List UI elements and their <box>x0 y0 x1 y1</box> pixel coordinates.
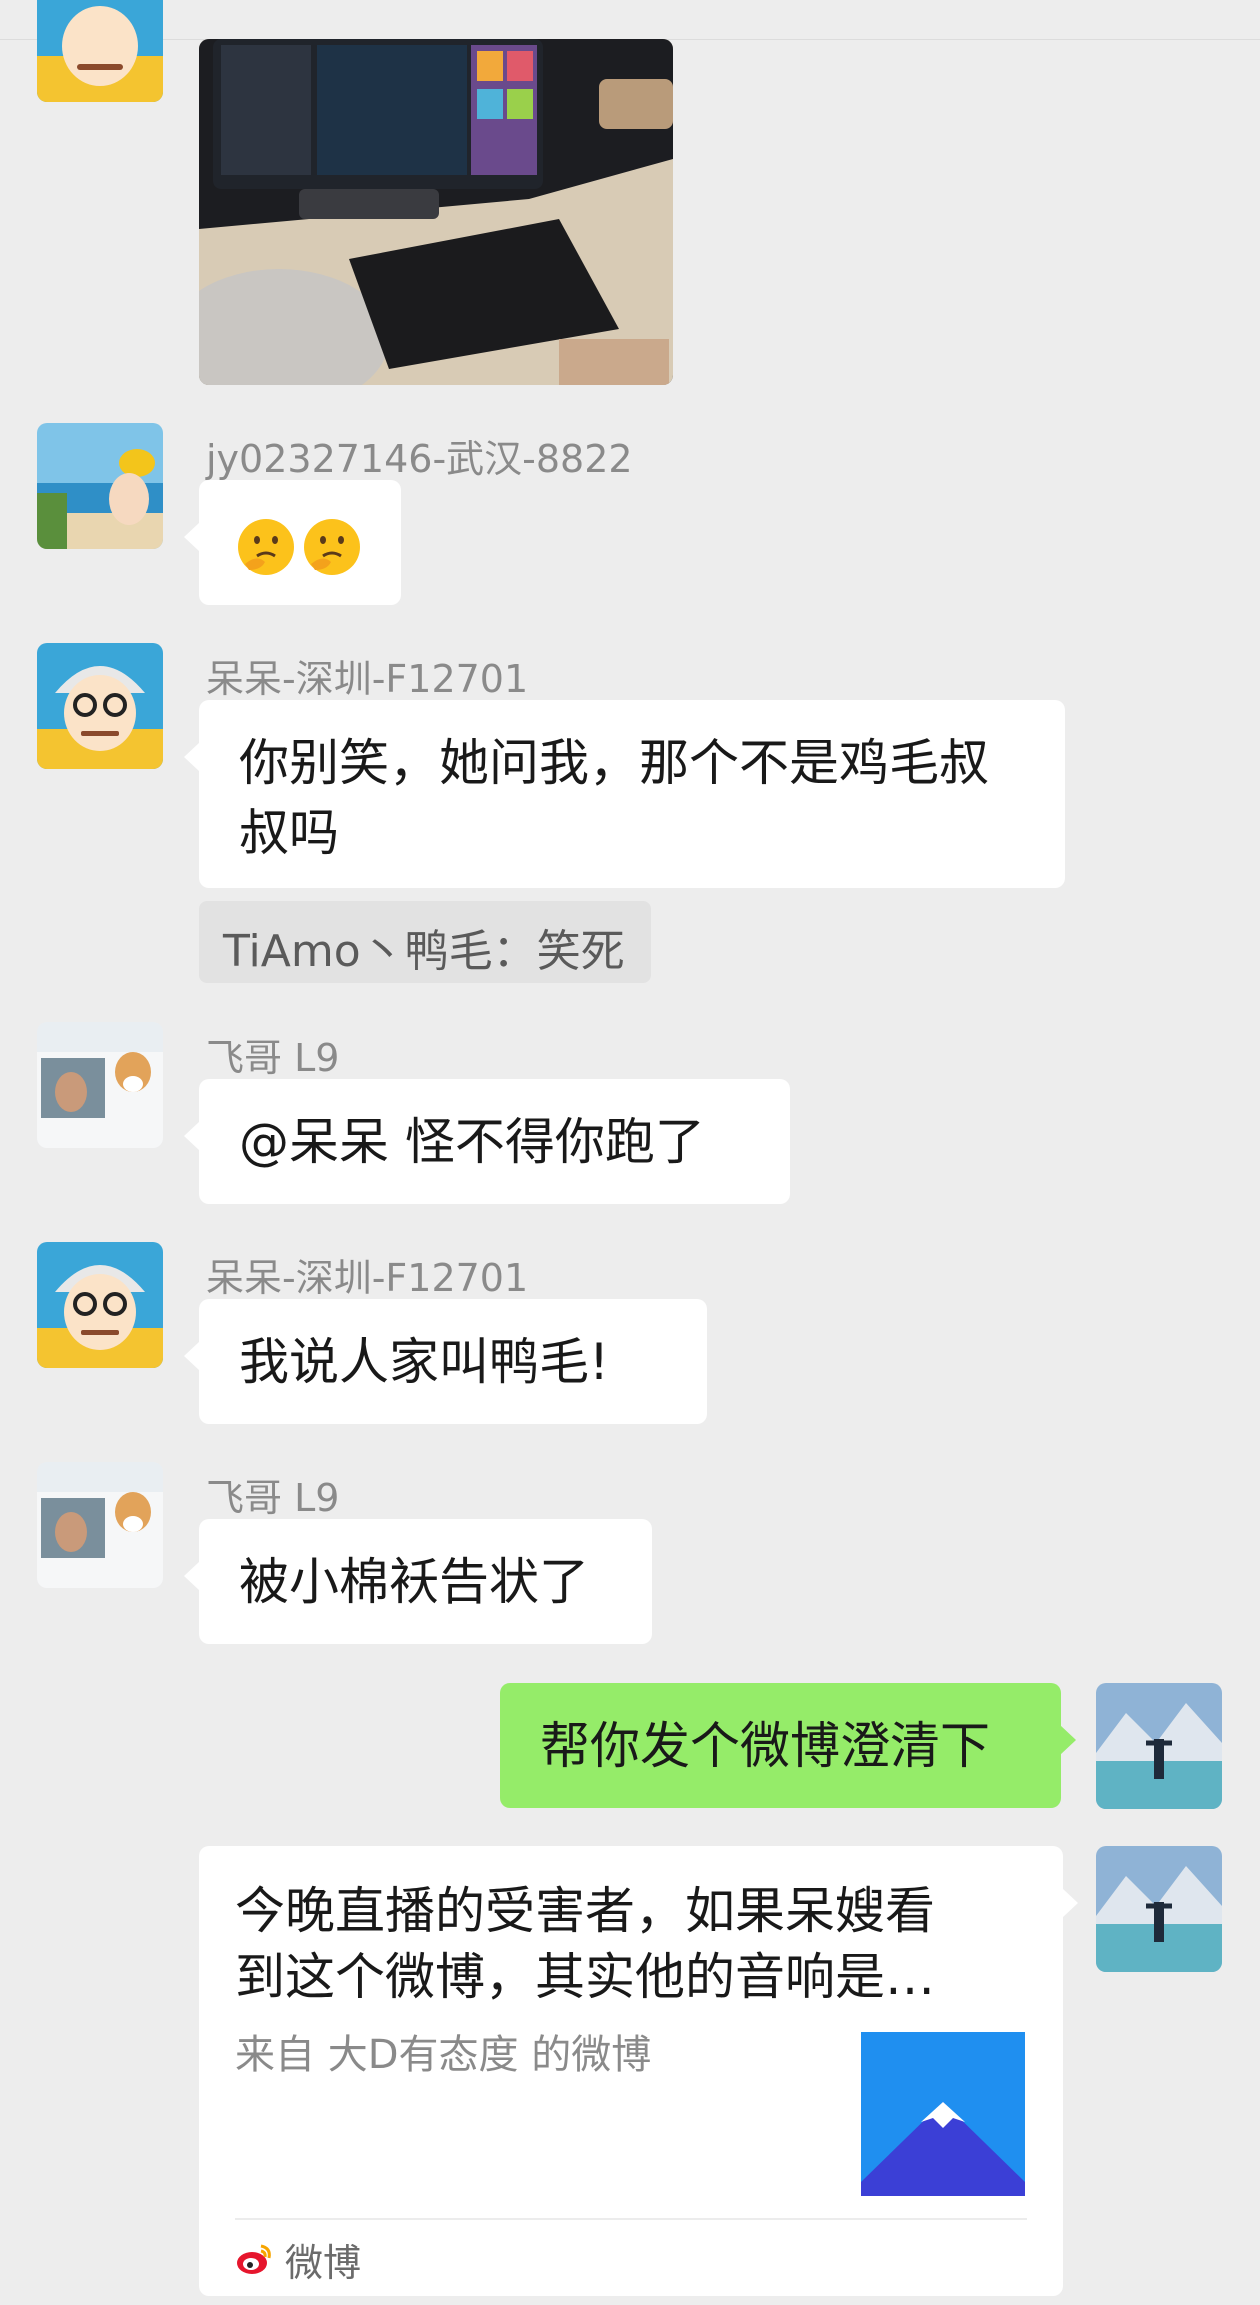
top-bar-edge <box>0 0 1260 40</box>
quoted-reply[interactable]: TiAmo丶鸭毛：笑死 <box>199 901 651 983</box>
message-bubble[interactable]: 你别笑，她问我，那个不是鸡毛叔 叔吗 <box>184 700 1065 888</box>
sender-name: jy02327146-武汉-8822 <box>206 437 633 481</box>
card-title: 今晚直播的受害者，如果呆嫂看 到这个微博，其实他的音响是… <box>235 1878 995 2010</box>
avatar[interactable] <box>37 643 163 769</box>
avatar[interactable] <box>37 0 163 102</box>
message-bubble[interactable]: @呆呆 怪不得你跑了 <box>184 1079 790 1204</box>
card-source: 来自 大D有态度 的微博 <box>235 2032 652 2078</box>
sender-name: 呆呆-深圳-F12701 <box>206 657 529 701</box>
my-avatar[interactable] <box>1096 1683 1222 1809</box>
sender-name: 呆呆-深圳-F12701 <box>206 1256 529 1300</box>
message-bubble-self[interactable]: 帮你发个微博澄清下 <box>500 1683 1076 1808</box>
sender-name: 飞哥 L9 <box>206 1036 340 1080</box>
card-divider <box>235 2218 1027 2220</box>
weibo-icon <box>235 2240 273 2278</box>
message-text-line: 你别笑，她问我，那个不是鸡毛叔 <box>239 734 989 792</box>
sender-name: 飞哥 L9 <box>206 1476 340 1520</box>
shared-link-card[interactable]: 今晚直播的受害者，如果呆嫂看 到这个微博，其实他的音响是… 来自 大D有态度 的… <box>199 1846 1078 2296</box>
card-title-line: 今晚直播的受害者，如果呆嫂看 <box>235 1882 935 1940</box>
card-app-source: 微博 <box>235 2234 362 2285</box>
card-thumbnail <box>861 2032 1025 2196</box>
avatar[interactable] <box>37 1462 163 1588</box>
message-text-line: 叔吗 <box>239 804 339 862</box>
avatar[interactable] <box>37 1242 163 1368</box>
avatar[interactable] <box>37 423 163 549</box>
thinking-face-emoji <box>301 516 363 578</box>
avatar[interactable] <box>37 1022 163 1148</box>
message-bubble[interactable] <box>184 480 401 605</box>
card-app-name: 微博 <box>285 2240 362 2285</box>
shared-photo[interactable] <box>199 39 673 385</box>
card-title-line: 到这个微博，其实他的音响是… <box>235 1948 935 2006</box>
thinking-face-emoji <box>235 516 297 578</box>
message-bubble[interactable]: 被小棉袄告状了 <box>184 1519 652 1644</box>
my-avatar[interactable] <box>1096 1846 1222 1972</box>
message-bubble[interactable]: 我说人家叫鸭毛! <box>184 1299 707 1424</box>
